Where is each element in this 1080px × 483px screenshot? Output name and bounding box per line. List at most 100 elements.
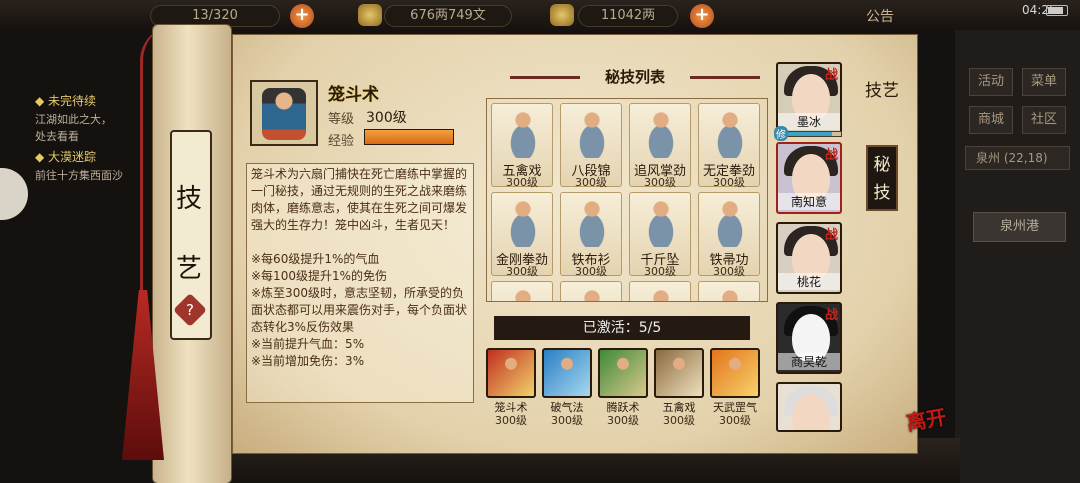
tab-secret-skills[interactable]: 秘技 bbox=[866, 145, 898, 211]
add-gold-button[interactable]: + bbox=[690, 4, 714, 28]
skill-portrait-icon bbox=[706, 197, 754, 247]
quest-title-unfinished[interactable]: ◆ 未完待续 bbox=[35, 92, 96, 109]
gold-display: 11042两 bbox=[578, 5, 678, 27]
skill-card[interactable]: 金刚拳劲 300级 bbox=[491, 192, 553, 278]
active-skill-slot[interactable]: 笼斗术 300级 bbox=[486, 348, 536, 427]
team-member-name: 南知意 bbox=[778, 193, 840, 210]
exp-label: 经验 bbox=[328, 134, 355, 149]
scroll-title-char: 艺 bbox=[176, 254, 203, 284]
shop-button[interactable]: 商城 bbox=[969, 106, 1013, 134]
skill-portrait-icon bbox=[598, 348, 648, 398]
active-skill-slot[interactable]: 腾跃术 300级 bbox=[598, 348, 648, 427]
skill-card[interactable]: 五禽戏 300级 bbox=[491, 103, 553, 189]
skill-card-level: 300级 bbox=[506, 176, 538, 189]
level-label: 等级 bbox=[328, 112, 355, 127]
team-member-card[interactable]: 战桃花 bbox=[776, 222, 842, 294]
active-skill-slot[interactable]: 破气法 300级 bbox=[542, 348, 592, 427]
menu-button[interactable]: 菜单 bbox=[1022, 68, 1066, 96]
active-skill-slot[interactable]: 五禽戏 300级 bbox=[654, 348, 704, 427]
skill-portrait-icon bbox=[499, 286, 547, 301]
active-skill-level: 300级 bbox=[495, 414, 527, 427]
hp-tag: 修 bbox=[774, 126, 788, 141]
skill-effect: ※当前提升气血：5% bbox=[251, 337, 365, 351]
skill-portrait-icon bbox=[568, 197, 616, 247]
skill-card[interactable] bbox=[491, 281, 553, 301]
silver-icon bbox=[358, 4, 382, 26]
skill-card[interactable]: 无定拳劲 300级 bbox=[698, 103, 760, 189]
battle-badge: 战 bbox=[824, 308, 838, 323]
skill-portrait-icon bbox=[710, 348, 760, 398]
activity-button[interactable]: 活动 bbox=[969, 68, 1013, 96]
skill-card[interactable] bbox=[629, 281, 691, 301]
skill-portrait-icon bbox=[637, 286, 685, 301]
level-value: 300级 bbox=[366, 110, 407, 126]
active-skill-slot[interactable]: 天武罡气 300级 bbox=[710, 348, 760, 427]
skill-card[interactable] bbox=[698, 281, 760, 301]
active-skill-level: 300级 bbox=[719, 414, 751, 427]
add-storage-button[interactable]: + bbox=[290, 4, 314, 28]
skill-card-level: 300级 bbox=[644, 265, 676, 278]
skill-portrait-icon bbox=[706, 286, 754, 301]
skill-name: 笼斗术 bbox=[328, 85, 379, 105]
notice-button[interactable]: 公告 bbox=[866, 6, 894, 26]
skill-card[interactable]: 八段锦 300级 bbox=[560, 103, 622, 189]
battery-icon bbox=[1046, 5, 1068, 16]
community-button[interactable]: 社区 bbox=[1022, 106, 1066, 134]
skill-portrait-icon bbox=[706, 108, 754, 158]
team-member-name: 商昊乾 bbox=[778, 353, 840, 370]
fighter-icon bbox=[262, 88, 306, 140]
skill-description: 笼斗术为六扇门捕快在死亡磨练中掌握的一门秘技，通过无规则的生死之战来磨练肉体，磨… bbox=[251, 167, 468, 232]
team-member-name: 桃花 bbox=[778, 273, 840, 290]
skill-portrait-icon bbox=[654, 348, 704, 398]
skill-effect: ※炼至300级时，意志坚韧，所承受的负面状态都可以用来震伤对手，每个负面状态转化… bbox=[251, 286, 468, 334]
skill-card-level: 300级 bbox=[644, 176, 676, 189]
skill-description-box[interactable]: 笼斗术为六扇门捕快在死亡磨练中掌握的一门秘技，通过无规则的生死之战来磨练肉体，磨… bbox=[246, 163, 474, 403]
skill-card[interactable]: 千斤坠 300级 bbox=[629, 192, 691, 278]
skill-portrait-icon bbox=[486, 348, 536, 398]
skill-effect: ※当前增加免伤：3% bbox=[251, 354, 365, 368]
team-member-card[interactable]: 战墨冰 bbox=[776, 62, 842, 134]
tab-skills[interactable]: 技艺 bbox=[862, 80, 902, 102]
skill-grid[interactable]: 五禽戏 300级 八段锦 300级 追风掌劲 300级 无定拳劲 300级 金刚拳劲 30… bbox=[486, 98, 768, 302]
battle-badge: 战 bbox=[824, 68, 838, 83]
active-count-banner: 已激活：5/5 bbox=[494, 316, 750, 340]
scroll-title-char: 技 bbox=[176, 184, 203, 214]
skill-effect: ※每100级提升1%的免伤 bbox=[251, 269, 387, 283]
skill-card-level: 300级 bbox=[575, 265, 607, 278]
active-skill-level: 300级 bbox=[663, 414, 695, 427]
skill-card[interactable]: 铁布衫 300级 bbox=[560, 192, 622, 278]
member-hp-fill bbox=[783, 132, 833, 136]
skill-portrait-icon bbox=[568, 108, 616, 158]
exp-bar-fill bbox=[365, 130, 453, 144]
member-hp-bar bbox=[782, 131, 842, 137]
team-member-card[interactable] bbox=[776, 382, 842, 432]
skill-portrait-icon bbox=[499, 108, 547, 158]
port-button[interactable]: 泉州港 bbox=[973, 212, 1066, 242]
exp-bar bbox=[364, 129, 454, 145]
skill-portrait-icon bbox=[637, 197, 685, 247]
silver-display: 676两749文 bbox=[384, 5, 512, 27]
quest-title-desert[interactable]: ◆ 大漠迷踪 bbox=[35, 148, 96, 165]
skill-card[interactable] bbox=[560, 281, 622, 301]
battle-badge: 战 bbox=[824, 228, 838, 243]
skill-card[interactable]: 铁帚功 300级 bbox=[698, 192, 760, 278]
skill-card[interactable]: 追风掌劲 300级 bbox=[629, 103, 691, 189]
skill-card-level: 300级 bbox=[713, 176, 745, 189]
active-skill-level: 300级 bbox=[551, 414, 583, 427]
skill-card-level: 300级 bbox=[713, 265, 745, 278]
battle-badge: 战 bbox=[824, 148, 838, 163]
team-member-card[interactable]: 战南知意 bbox=[776, 142, 842, 214]
leave-button[interactable]: 离开 bbox=[904, 401, 948, 437]
active-skill-level: 300级 bbox=[607, 414, 639, 427]
skill-list-title: 秘技列表 bbox=[500, 64, 770, 90]
skill-card-level: 300级 bbox=[506, 265, 538, 278]
skill-portrait-icon bbox=[637, 108, 685, 158]
right-menu-panel bbox=[955, 30, 1080, 483]
skill-portrait-icon bbox=[568, 286, 616, 301]
team-member-name: 墨冰 bbox=[778, 113, 840, 130]
skill-effect: ※每60级提升1%的气血 bbox=[251, 252, 380, 266]
skill-portrait-icon bbox=[542, 348, 592, 398]
location-display: 泉州 (22,18) bbox=[965, 146, 1070, 170]
gold-icon bbox=[550, 4, 574, 26]
team-member-card[interactable]: 战商昊乾 bbox=[776, 302, 842, 374]
